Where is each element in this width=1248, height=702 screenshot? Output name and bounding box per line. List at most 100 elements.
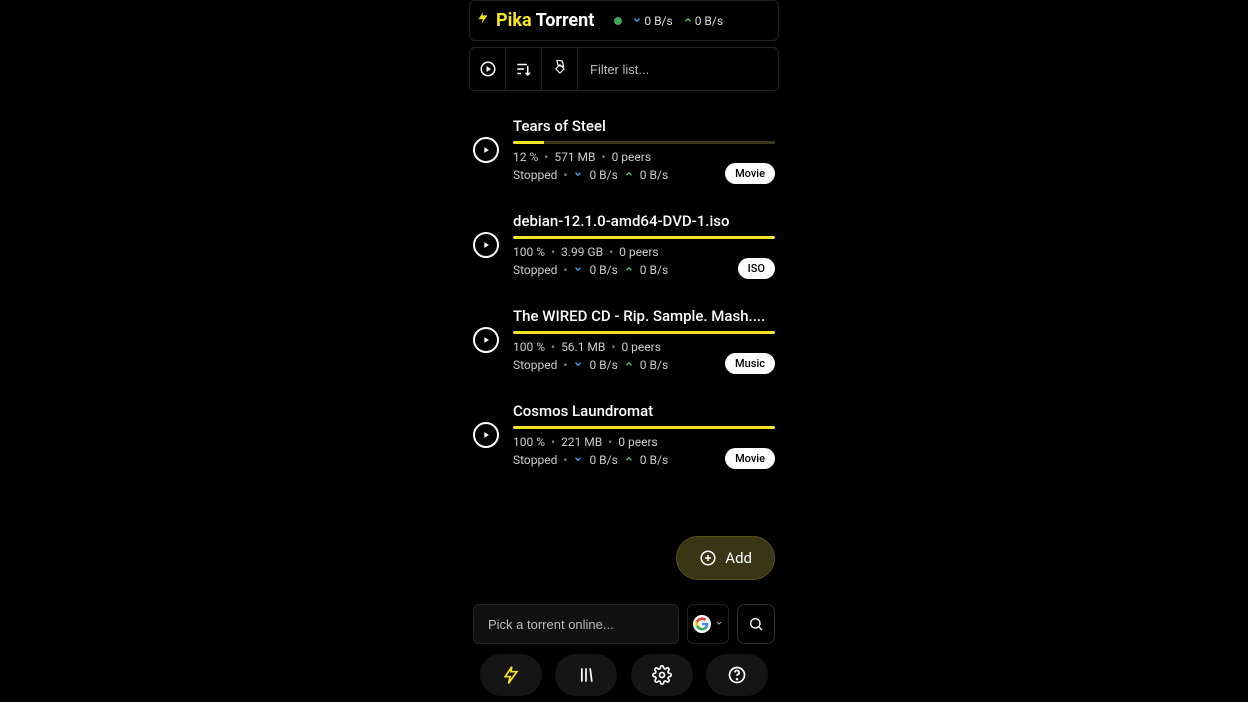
torrent-peers: 0 peers: [612, 150, 651, 164]
global-download-speed: 0 B/s: [632, 14, 672, 28]
torrent-main: The WIRED CD - Rip. Sample. Mash.... 100…: [513, 307, 775, 372]
torrent-up-speed: 0 B/s: [640, 358, 668, 372]
torrent-size: 221 MB: [561, 435, 602, 449]
torrent-tag-badge[interactable]: Movie: [725, 448, 775, 469]
torrent-size: 3.99 GB: [561, 245, 603, 259]
torrent-main: debian-12.1.0-amd64-DVD-1.iso 100 % • 3.…: [513, 212, 775, 277]
progress-fill: [513, 426, 775, 429]
progress-track: [513, 141, 775, 144]
filter-input[interactable]: [578, 48, 778, 90]
progress-fill: [513, 141, 544, 144]
torrent-stats-row: 12 % • 571 MB • 0 peers: [513, 150, 775, 164]
torrent-state: Stopped: [513, 453, 557, 467]
upload-speed-value: 0 B/s: [695, 14, 723, 28]
torrent-title: Cosmos Laundromat: [513, 402, 775, 420]
download-speed-value: 0 B/s: [644, 14, 672, 28]
torrent-up-speed: 0 B/s: [640, 453, 668, 467]
torrent-percent: 12 %: [513, 150, 538, 164]
torrent-percent: 100 %: [513, 245, 545, 259]
chevron-down-icon: [573, 358, 583, 372]
chevron-up-icon: [624, 263, 634, 277]
chevron-up-icon: [624, 358, 634, 372]
bolt-icon: [501, 665, 521, 685]
search-button[interactable]: [737, 604, 775, 644]
torrent-down-speed: 0 B/s: [589, 453, 617, 467]
online-search-input[interactable]: [473, 604, 679, 644]
search-icon: [748, 616, 764, 632]
torrent-state: Stopped: [513, 263, 557, 277]
nav-library[interactable]: [555, 654, 617, 696]
torrent-state-row: Stopped • 0 B/s 0 B/s: [513, 263, 775, 277]
app-logo: PikaTorrent: [474, 7, 594, 34]
plus-circle-icon: [699, 549, 717, 567]
torrent-title: The WIRED CD - Rip. Sample. Mash....: [513, 307, 775, 325]
google-icon: [693, 615, 711, 633]
torrent-state: Stopped: [513, 358, 557, 372]
torrent-title: Tears of Steel: [513, 117, 775, 135]
chevron-down-icon: [632, 14, 642, 28]
nav-torrents[interactable]: [480, 654, 542, 696]
chevron-down-icon: [715, 619, 723, 630]
bottom-nav: [469, 648, 779, 702]
add-button-label: Add: [725, 549, 752, 567]
torrent-row[interactable]: debian-12.1.0-amd64-DVD-1.iso 100 % • 3.…: [469, 204, 779, 299]
add-button[interactable]: Add: [676, 536, 775, 580]
connection-status-dot: [614, 17, 622, 25]
app-header: PikaTorrent 0 B/s 0 B/s: [469, 0, 779, 41]
torrent-state: Stopped: [513, 168, 557, 182]
search-engine-selector[interactable]: [687, 604, 729, 644]
torrent-stats-row: 100 % • 3.99 GB • 0 peers: [513, 245, 775, 259]
torrent-play-button[interactable]: [473, 232, 499, 258]
torrent-peers: 0 peers: [621, 340, 660, 354]
torrent-down-speed: 0 B/s: [589, 168, 617, 182]
torrent-down-speed: 0 B/s: [589, 263, 617, 277]
torrent-row[interactable]: Cosmos Laundromat 100 % • 221 MB • 0 pee…: [469, 394, 779, 489]
torrent-percent: 100 %: [513, 340, 545, 354]
torrent-tag-badge[interactable]: ISO: [738, 258, 775, 279]
progress-track: [513, 331, 775, 334]
progress-fill: [513, 236, 775, 239]
chevron-down-icon: [573, 263, 583, 277]
nav-help[interactable]: [706, 654, 768, 696]
torrent-stats-row: 100 % • 56.1 MB • 0 peers: [513, 340, 775, 354]
torrent-main: Tears of Steel 12 % • 571 MB • 0 peers S…: [513, 117, 775, 182]
progress-track: [513, 426, 775, 429]
sort-button[interactable]: [506, 48, 542, 90]
chevron-down-icon: [573, 453, 583, 467]
torrent-tag-badge[interactable]: Movie: [725, 163, 775, 184]
chevron-up-icon: [683, 14, 693, 28]
torrent-peers: 0 peers: [619, 245, 658, 259]
toolbar: [469, 47, 779, 91]
play-all-button[interactable]: [470, 48, 506, 90]
torrent-down-speed: 0 B/s: [589, 358, 617, 372]
torrent-peers: 0 peers: [618, 435, 657, 449]
chevron-up-icon: [624, 168, 634, 182]
chevron-up-icon: [624, 453, 634, 467]
torrent-size: 571 MB: [554, 150, 595, 164]
tags-button[interactable]: [542, 48, 578, 90]
torrent-play-button[interactable]: [473, 422, 499, 448]
logo-text-torrent: Torrent: [536, 10, 595, 31]
torrent-percent: 100 %: [513, 435, 545, 449]
torrent-row[interactable]: Tears of Steel 12 % • 571 MB • 0 peers S…: [469, 109, 779, 204]
torrent-play-button[interactable]: [473, 137, 499, 163]
torrent-tag-badge[interactable]: Music: [725, 353, 775, 374]
torrent-row[interactable]: The WIRED CD - Rip. Sample. Mash.... 100…: [469, 299, 779, 394]
torrent-main: Cosmos Laundromat 100 % • 221 MB • 0 pee…: [513, 402, 775, 467]
online-search-row: [469, 604, 779, 644]
bolt-icon: [474, 7, 492, 34]
torrent-up-speed: 0 B/s: [640, 168, 668, 182]
torrent-stats-row: 100 % • 221 MB • 0 peers: [513, 435, 775, 449]
torrent-play-button[interactable]: [473, 327, 499, 353]
progress-track: [513, 236, 775, 239]
library-icon: [576, 665, 596, 685]
logo-text-pika: Pika: [496, 10, 532, 31]
global-upload-speed: 0 B/s: [683, 14, 723, 28]
chevron-down-icon: [573, 168, 583, 182]
help-icon: [727, 665, 747, 685]
torrent-title: debian-12.1.0-amd64-DVD-1.iso: [513, 212, 775, 230]
torrent-up-speed: 0 B/s: [640, 263, 668, 277]
nav-settings[interactable]: [631, 654, 693, 696]
torrent-size: 56.1 MB: [561, 340, 605, 354]
progress-fill: [513, 331, 775, 334]
